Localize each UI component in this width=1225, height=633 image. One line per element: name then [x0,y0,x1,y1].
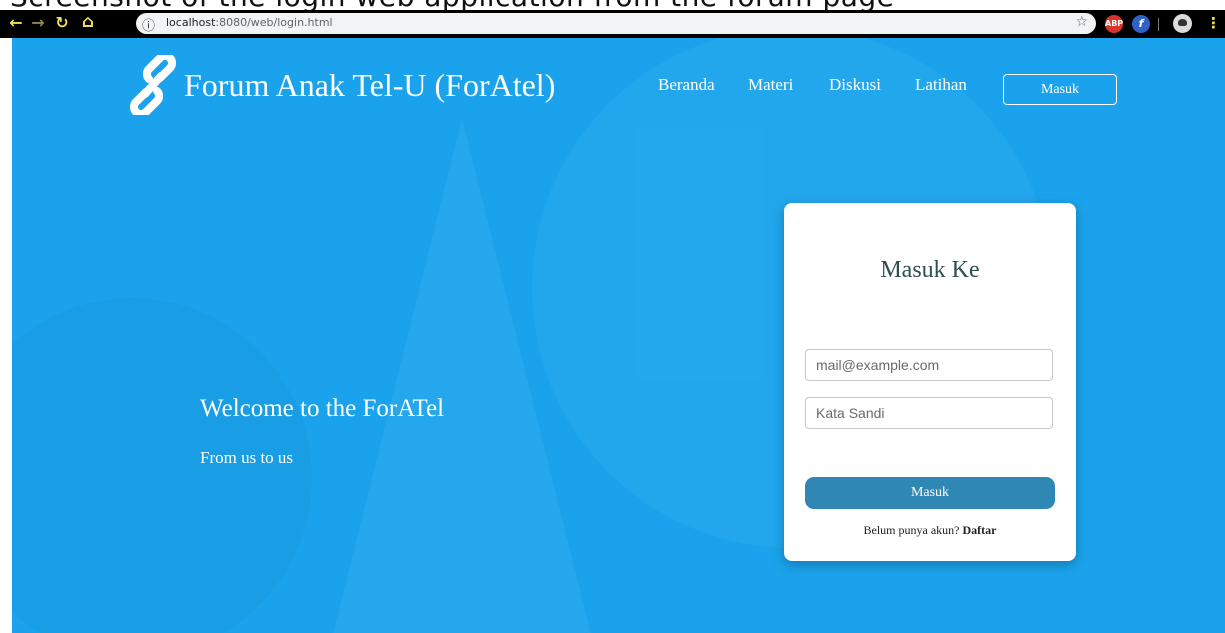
browser-menu-icon[interactable]: ⋮ [1206,14,1221,32]
brand[interactable]: Forum Anak Tel-U (ForAtel) [124,55,555,115]
nav-login-button[interactable]: Masuk [1003,74,1117,105]
nav-link-materi[interactable]: Materi [748,75,793,95]
background-decoration [332,118,592,633]
forward-arrow-icon[interactable]: → [28,13,48,33]
nav-link-latihan[interactable]: Latihan [915,75,967,95]
adblock-extension-icon[interactable]: ABP [1105,15,1123,33]
login-card: Masuk Ke Masuk Belum punya akun? Daftar [784,203,1076,561]
browser-toolbar: ← → ↻ ⌂ ⓘ localhost:8080/web/login.html … [0,10,1225,38]
url-host: localhost [166,16,216,29]
url-text[interactable]: localhost:8080/web/login.html [166,16,333,29]
nav-link-diskusi[interactable]: Diskusi [829,75,881,95]
cropped-text: Screenshot of the login web application … [10,0,894,10]
toolbar-divider [1158,18,1159,31]
signup-prompt: Belum punya akun? Daftar [784,523,1076,538]
password-field[interactable] [805,397,1053,429]
url-path: :8080/web/login.html [215,16,333,29]
login-title: Masuk Ke [880,257,980,283]
reload-icon[interactable]: ↻ [52,13,72,33]
cropped-top-text: Screenshot of the login web application … [0,0,1225,10]
profile-avatar-icon[interactable] [1173,14,1192,33]
signup-prompt-text: Belum punya akun? [863,523,960,537]
site-title: Forum Anak Tel-U (ForAtel) [184,66,556,103]
nav-link-beranda[interactable]: Beranda [658,75,715,95]
back-arrow-icon[interactable]: ← [6,13,26,33]
chain-link-icon [129,55,177,115]
site-info-icon[interactable]: ⓘ [142,15,155,34]
extension-icon[interactable]: f [1132,15,1150,33]
welcome-heading: Welcome to the ForATel [200,395,445,422]
address-bar[interactable]: ⓘ localhost:8080/web/login.html ☆ [136,13,1096,34]
tagline: From us to us [200,448,294,467]
login-submit-button[interactable]: Masuk [805,477,1055,509]
email-field[interactable] [805,349,1053,381]
login-page: Forum Anak Tel-U (ForAtel) Beranda Mater… [12,38,1225,633]
home-icon[interactable]: ⌂ [78,12,98,32]
bookmark-star-icon[interactable]: ☆ [1075,14,1088,30]
signup-link[interactable]: Daftar [963,523,997,537]
